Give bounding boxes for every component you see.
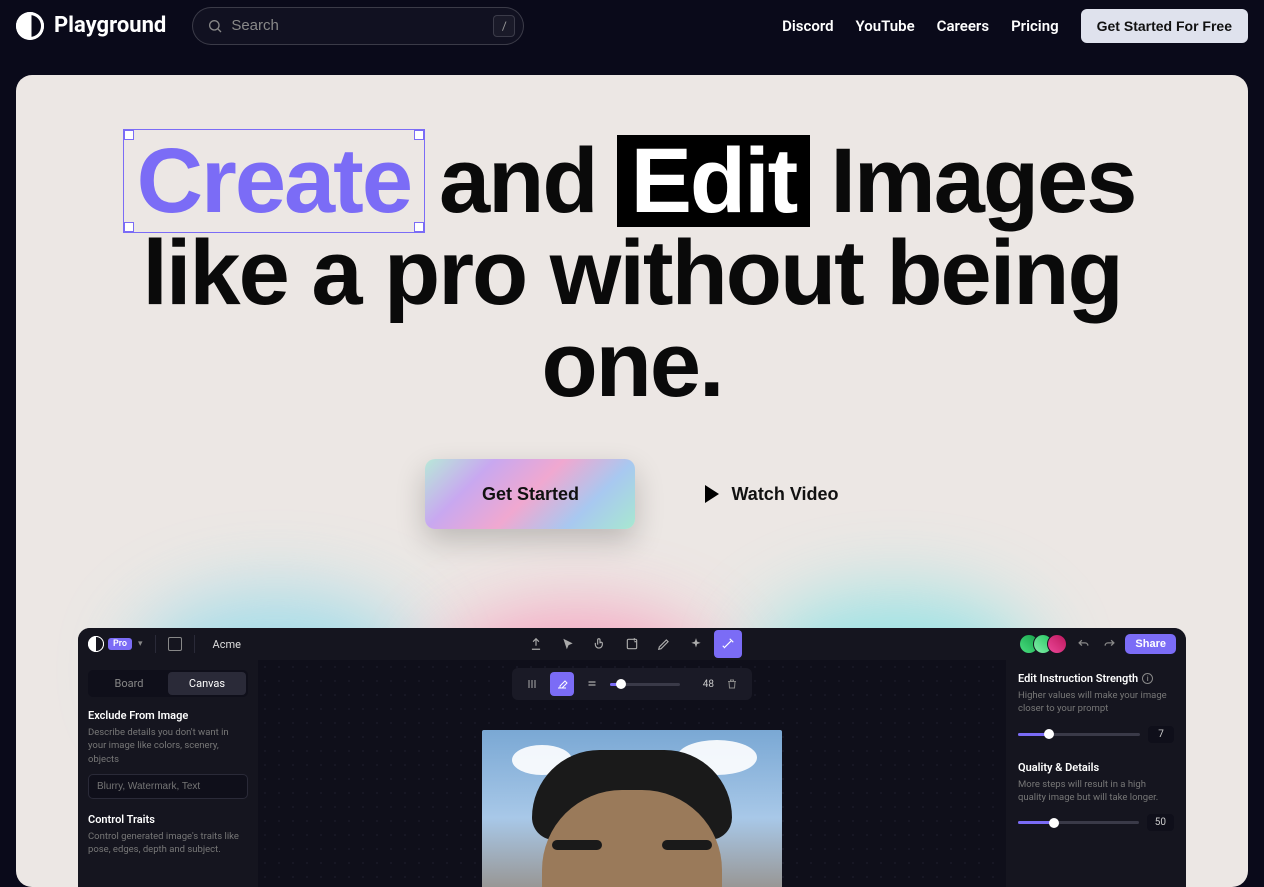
logo-icon <box>16 12 44 40</box>
brush-size-value: 48 <box>686 679 714 690</box>
strength-slider[interactable] <box>1018 733 1140 736</box>
watch-video-button[interactable]: Watch Video <box>705 484 838 505</box>
get-started-free-button[interactable]: Get Started For Free <box>1081 9 1248 43</box>
redo-icon[interactable] <box>1099 634 1119 654</box>
hand-icon[interactable] <box>586 630 614 658</box>
get-started-button[interactable]: Get Started <box>425 459 635 529</box>
traits-title: Control Traits <box>88 813 248 826</box>
hero-buttons: Get Started Watch Video <box>16 459 1248 529</box>
left-panel: Board Canvas Exclude From Image Describe… <box>78 660 258 887</box>
brand-name: Playground <box>54 13 166 38</box>
headline-line3: one. <box>541 319 722 411</box>
traits-section: Control Traits Control generated image's… <box>88 813 248 857</box>
headline-and: and <box>439 135 597 227</box>
brush-size-slider[interactable] <box>610 683 680 686</box>
strength-title: Edit Instruction Strength i <box>1018 672 1174 685</box>
headline-create: Create <box>137 130 411 232</box>
right-panel: Edit Instruction Strength i Higher value… <box>1006 660 1186 887</box>
top-nav: Playground / Discord YouTube Careers Pri… <box>0 0 1264 51</box>
avatar <box>1047 634 1067 654</box>
trash-icon[interactable] <box>720 672 744 696</box>
nav-link-youtube[interactable]: YouTube <box>856 17 915 35</box>
canvas-image[interactable] <box>482 730 782 887</box>
sparkle-icon[interactable] <box>682 630 710 658</box>
brush-adjust-icon[interactable] <box>520 672 544 696</box>
tab-canvas[interactable]: Canvas <box>168 672 246 695</box>
canvas-area[interactable]: 48 <box>258 660 1006 887</box>
nav-link-discord[interactable]: Discord <box>782 17 833 35</box>
panel-toggle-icon[interactable] <box>168 637 182 651</box>
info-icon[interactable]: i <box>1142 673 1153 684</box>
play-icon <box>705 485 719 503</box>
list-icon[interactable] <box>580 672 604 696</box>
strength-value: 7 <box>1148 726 1174 743</box>
toolbar <box>522 630 742 658</box>
chevron-down-icon: ▾ <box>138 639 143 649</box>
hero-card: Create and Edit Images like a pro withou… <box>16 75 1248 887</box>
panel-tabs: Board Canvas <box>88 670 248 697</box>
frame-icon[interactable] <box>618 630 646 658</box>
app-logo[interactable]: Pro ▾ <box>88 636 143 652</box>
export-icon[interactable] <box>522 630 550 658</box>
cursor-icon[interactable] <box>554 630 582 658</box>
quality-value: 50 <box>1147 814 1174 831</box>
tab-board[interactable]: Board <box>90 672 168 695</box>
strength-slider-row: 7 <box>1018 726 1174 743</box>
search-icon <box>207 18 223 34</box>
app-logo-icon <box>88 636 104 652</box>
headline-edit-box: Edit <box>617 135 811 227</box>
topbar-right: Share <box>1019 634 1176 654</box>
exclude-input[interactable] <box>88 774 248 799</box>
app-screenshot: Pro ▾ Acme <box>78 628 1186 887</box>
workspace-name[interactable]: Acme <box>213 638 241 651</box>
headline: Create and Edit Images like a pro withou… <box>16 75 1248 411</box>
watch-video-label: Watch Video <box>731 484 838 505</box>
traits-desc: Control generated image's traits like po… <box>88 830 248 857</box>
wand-icon[interactable] <box>714 630 742 658</box>
quality-slider-row: 50 <box>1018 814 1174 831</box>
quality-slider[interactable] <box>1018 821 1139 824</box>
app-topbar: Pro ▾ Acme <box>78 628 1186 660</box>
exclude-title: Exclude From Image <box>88 709 248 722</box>
collaborator-avatars[interactable] <box>1019 634 1067 654</box>
undo-icon[interactable] <box>1073 634 1093 654</box>
quality-desc: More steps will result in a high quality… <box>1018 778 1174 805</box>
pro-badge: Pro <box>108 638 132 650</box>
slash-shortcut: / <box>493 15 515 37</box>
logo[interactable]: Playground <box>16 12 166 40</box>
nav-link-pricing[interactable]: Pricing <box>1011 17 1059 35</box>
pen-icon[interactable] <box>650 630 678 658</box>
brush-toolbar: 48 <box>512 668 752 700</box>
quality-title: Quality & Details <box>1018 761 1174 774</box>
share-button[interactable]: Share <box>1125 634 1176 654</box>
nav-link-careers[interactable]: Careers <box>937 17 989 35</box>
nav-links: Discord YouTube Careers Pricing Get Star… <box>782 9 1248 43</box>
exclude-section: Exclude From Image Describe details you … <box>88 709 248 799</box>
headline-edit: Edit <box>631 130 797 232</box>
search-box[interactable]: / <box>192 7 524 45</box>
headline-images: Images <box>830 135 1135 227</box>
headline-line2: like a pro without being <box>142 227 1121 319</box>
eraser-icon[interactable] <box>550 672 574 696</box>
create-selection-box: Create <box>129 135 419 227</box>
exclude-desc: Describe details you don't want in your … <box>88 726 248 766</box>
search-input[interactable] <box>231 17 493 34</box>
app-body: Board Canvas Exclude From Image Describe… <box>78 660 1186 887</box>
strength-desc: Higher values will make your image close… <box>1018 689 1174 716</box>
